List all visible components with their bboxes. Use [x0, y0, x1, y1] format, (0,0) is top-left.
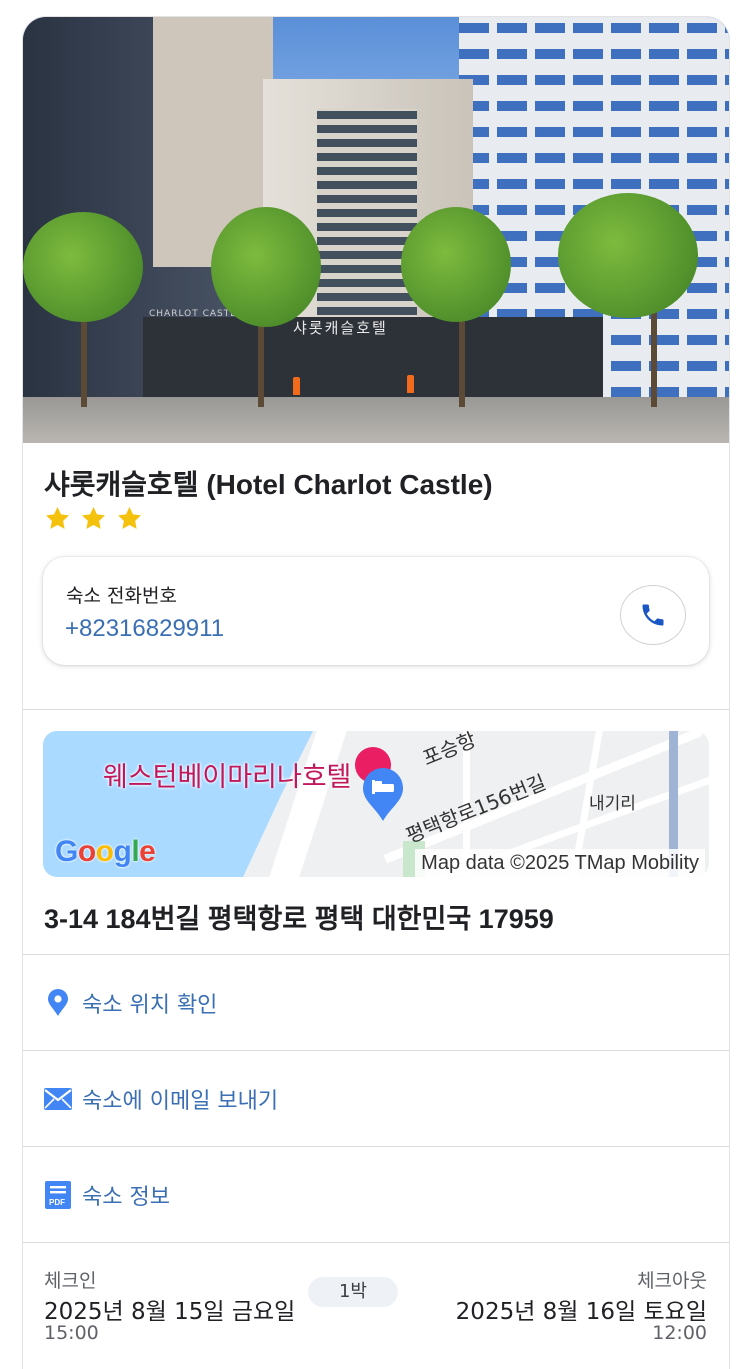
checkin-time: 15:00 [44, 1322, 99, 1344]
map-hotel-label: 웨스턴베이마리나호텔 [103, 762, 352, 793]
checkin-label: 체크인 [44, 1270, 97, 1292]
photo-sign-korean: 샤롯캐슬호텔 [293, 319, 388, 337]
traffic-cone [407, 375, 414, 393]
tree [23, 212, 143, 322]
photo-street [23, 397, 729, 443]
divider [23, 709, 729, 710]
svg-text:PDF: PDF [49, 1198, 65, 1207]
tree-trunk [459, 307, 465, 407]
tree-trunk [258, 317, 264, 407]
view-location-label: 숙소 위치 확인 [82, 992, 218, 1018]
phone-label: 숙소 전화번호 [66, 585, 177, 607]
hotel-info-label: 숙소 정보 [82, 1184, 170, 1210]
map-area-label: 내기리 [589, 794, 636, 814]
checkout-date: 2025년 8월 16일 토요일 [455, 1299, 707, 1325]
checkout-label: 체크아웃 [637, 1270, 707, 1292]
pdf-icon: PDF [44, 1180, 72, 1209]
nights-badge: 1박 [308, 1277, 398, 1307]
email-hotel-label: 숙소에 이메일 보내기 [82, 1088, 279, 1114]
tree-trunk [651, 307, 657, 407]
tree-trunk [81, 307, 87, 407]
hotel-location-pin-icon [363, 768, 403, 821]
hotel-address: 3-14 184번길 평택항로 평택 대한민국 17959 [44, 904, 554, 934]
star-rating [44, 505, 143, 532]
divider [23, 1242, 729, 1243]
star-icon [82, 507, 105, 529]
call-button[interactable] [620, 585, 686, 645]
view-location-link[interactable]: 숙소 위치 확인 [23, 955, 729, 1050]
map-data-credit: Map data ©2025 TMap Mobility [415, 849, 705, 877]
star-icon [46, 507, 69, 529]
traffic-cone [293, 377, 300, 395]
map-road-label: 평택항로156번길 [402, 769, 550, 848]
email-icon [44, 1085, 72, 1113]
phone-number-link[interactable]: +82316829911 [65, 615, 224, 643]
hotel-card: CHARLOT CASTLE HOTEL 샤롯캐슬호텔 샤롯캐슬호텔 (Hote… [22, 16, 730, 1369]
tree [401, 207, 511, 322]
email-hotel-link[interactable]: 숙소에 이메일 보내기 [23, 1051, 729, 1146]
hotel-info-link[interactable]: PDF 숙소 정보 [23, 1147, 729, 1242]
location-map[interactable]: 포승항 평택항로156번길 내기리 웨스턴베이마리나호텔 Google Map … [43, 731, 709, 877]
star-icon [118, 507, 141, 529]
hotel-name: 샤롯캐슬호텔 (Hotel Charlot Castle) [44, 469, 493, 500]
checkout-time: 12:00 [652, 1322, 707, 1344]
tree [211, 207, 321, 327]
tree [558, 193, 698, 318]
location-pin-icon [44, 988, 72, 1017]
checkin-date: 2025년 8월 15일 금요일 [44, 1299, 296, 1325]
phone-icon [642, 604, 664, 626]
hotel-photo[interactable]: CHARLOT CASTLE HOTEL 샤롯캐슬호텔 [23, 17, 729, 443]
phone-card: 숙소 전화번호 +82316829911 [43, 557, 709, 665]
map-road-label: 포승항 [419, 731, 480, 771]
google-logo: Google [55, 835, 156, 868]
